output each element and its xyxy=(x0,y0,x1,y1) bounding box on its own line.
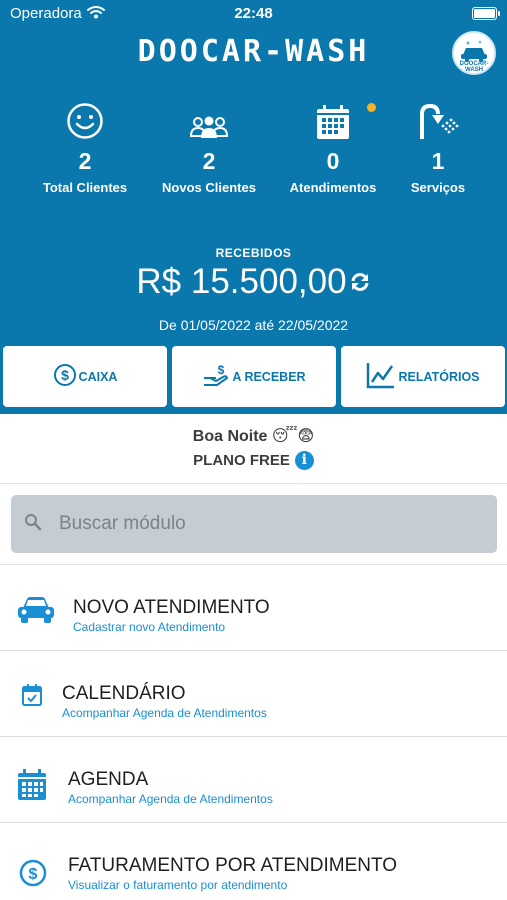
search-placeholder: Buscar módulo xyxy=(59,513,186,534)
info-icon[interactable]: i xyxy=(294,451,314,470)
stat-novos-clientes[interactable]: 2 Novos Clientes xyxy=(149,100,269,195)
received-amount: R$ 15.500,00 xyxy=(136,262,347,301)
stat-label: Atendimentos xyxy=(289,180,377,195)
module-subtitle: Acompanhar Agenda de Atendimentos xyxy=(62,706,267,720)
module-title: FATURAMENTO POR ATENDIMENTO xyxy=(68,855,398,876)
module-title: AGENDA xyxy=(68,769,149,790)
divider xyxy=(0,483,507,484)
module-calendario[interactable]: CALENDÁRIO Acompanhar Agenda de Atendime… xyxy=(0,651,507,737)
app-title: DOOCAR-WASH xyxy=(137,34,370,69)
clock: 22:48 xyxy=(234,5,273,22)
stat-atendimentos[interactable]: 0 Atendimentos xyxy=(273,100,393,195)
stat-label: Total Clientes xyxy=(42,180,128,195)
relatorios-label: RELATÓRIOS xyxy=(398,369,480,384)
battery-icon xyxy=(472,7,500,20)
module-agenda[interactable]: AGENDA Acompanhar Agenda de Atendimentos xyxy=(0,737,507,823)
received-label: RECEBIDOS xyxy=(215,246,292,260)
stat-label: Serviços xyxy=(410,180,466,195)
caixa-label: CAIXA xyxy=(78,369,118,384)
search-input[interactable]: Buscar módulo xyxy=(11,495,497,553)
dollar-circle-icon: $ xyxy=(53,363,77,390)
stat-value: 2 xyxy=(202,148,216,174)
received-amount-row: R$ 15.500,00 xyxy=(0,262,507,302)
plan-label: PLANO FREE xyxy=(193,452,290,469)
module-title: CALENDÁRIO xyxy=(62,683,186,704)
stat-value: 1 xyxy=(431,148,445,174)
a-receber-label: A RECEBER xyxy=(232,369,306,384)
line-chart-icon xyxy=(366,361,396,392)
module-subtitle: Visualizar o faturamento por atendimento xyxy=(68,878,288,892)
hand-money-icon: $ xyxy=(202,363,230,390)
refresh-icon[interactable] xyxy=(349,271,371,298)
a-receber-button[interactable]: $ A RECEBER xyxy=(172,346,336,407)
greeting: Boa Noite 😴😨 xyxy=(192,428,315,445)
stat-value: 2 xyxy=(78,148,92,174)
stat-value: 0 xyxy=(326,148,340,174)
relatorios-button[interactable]: RELATÓRIOS xyxy=(341,346,505,407)
module-title: NOVO ATENDIMENTO xyxy=(73,597,270,618)
users-group-icon xyxy=(149,100,269,140)
stat-servicos[interactable]: 1 Serviços xyxy=(378,100,498,195)
notification-dot xyxy=(367,103,376,112)
caixa-button[interactable]: $ CAIXA xyxy=(3,346,167,407)
module-novo-atendimento[interactable]: NOVO ATENDIMENTO Cadastrar novo Atendime… xyxy=(0,565,507,651)
calendar-check-icon xyxy=(22,684,42,711)
svg-text:$: $ xyxy=(61,367,69,383)
dollar-circle-icon: $ xyxy=(19,859,47,892)
svg-text:$: $ xyxy=(218,363,225,377)
module-faturamento[interactable]: $ FATURAMENTO POR ATENDIMENTO Visualizar… xyxy=(0,823,507,900)
company-logo[interactable]: DOOCAR-WASH xyxy=(452,31,496,75)
car-icon xyxy=(17,596,55,631)
shower-icon xyxy=(378,100,498,140)
calendar-grid-icon xyxy=(17,769,47,806)
stat-total-clientes[interactable]: 2 Total Clientes xyxy=(25,100,145,195)
search-icon xyxy=(24,513,42,536)
status-bar: Operadora 22:48 xyxy=(0,0,507,30)
smiley-icon xyxy=(25,100,145,140)
module-subtitle: Cadastrar novo Atendimento xyxy=(73,620,226,634)
plan-row: PLANO FREE i xyxy=(0,451,507,470)
stat-label: Novos Clientes xyxy=(162,180,256,195)
logo-text: DOOCAR-WASH xyxy=(459,61,489,73)
dashboard-header: Operadora 22:48 DOOCAR-WASH DOOCAR-WASH xyxy=(0,0,507,414)
module-subtitle: Acompanhar Agenda de Atendimentos xyxy=(68,792,273,806)
period-range: De 01/05/2022 até 22/05/2022 xyxy=(158,317,349,333)
svg-text:$: $ xyxy=(29,866,38,883)
